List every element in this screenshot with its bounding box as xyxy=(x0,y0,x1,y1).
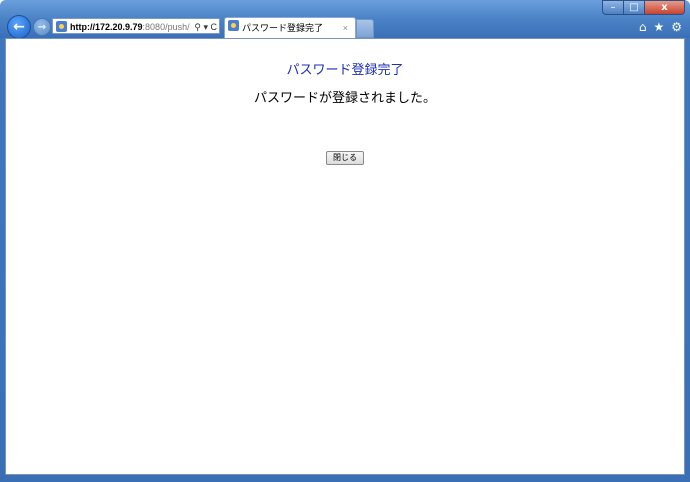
window-bottom-border xyxy=(0,475,690,482)
minimize-button[interactable]: – xyxy=(602,0,624,15)
close-window-button[interactable]: x xyxy=(645,0,685,15)
window-controls: – □ x xyxy=(602,0,685,16)
page-title: パスワード登録完了 xyxy=(286,63,404,78)
address-bar-icons[interactable]: ⚲ ▾ C xyxy=(191,19,217,33)
address-bar[interactable]: http://172.20.9.79:8080/push/ ⚲ ▾ C xyxy=(52,18,220,34)
back-arrow-icon: ← xyxy=(13,19,25,35)
browser-titlebar: ← → http://172.20.9.79:8080/push/ ⚲ ▾ C … xyxy=(0,0,690,39)
home-icon[interactable]: ⌂ xyxy=(639,20,647,34)
browser-window: ← → http://172.20.9.79:8080/push/ ⚲ ▾ C … xyxy=(0,0,690,482)
close-button[interactable]: 閉じる xyxy=(326,151,364,165)
back-button[interactable]: ← xyxy=(7,15,31,39)
maximize-button[interactable]: □ xyxy=(624,0,645,15)
site-favicon-icon xyxy=(56,21,67,32)
url-host: http://172.20.9.79 xyxy=(70,22,143,32)
tab-favicon-icon xyxy=(228,20,239,31)
forward-arrow-icon: → xyxy=(37,21,47,33)
page-content: パスワード登録完了 パスワードが登録されました。 閉じる xyxy=(5,38,685,475)
url-path: :8080/push/ xyxy=(142,22,190,32)
tab-title: パスワード登録完了 xyxy=(242,23,324,33)
gear-icon[interactable]: ⚙ xyxy=(671,20,682,34)
star-icon[interactable]: ★ xyxy=(653,20,664,34)
tab-close-button[interactable]: × xyxy=(343,18,348,38)
tab-active[interactable]: パスワード登録完了 × xyxy=(224,17,356,38)
success-message: パスワードが登録されました。 xyxy=(253,91,436,106)
toolbar-icons: ⌂ ★ ⚙ xyxy=(639,20,682,34)
forward-button[interactable]: → xyxy=(33,18,51,36)
new-tab-button[interactable] xyxy=(356,19,374,38)
